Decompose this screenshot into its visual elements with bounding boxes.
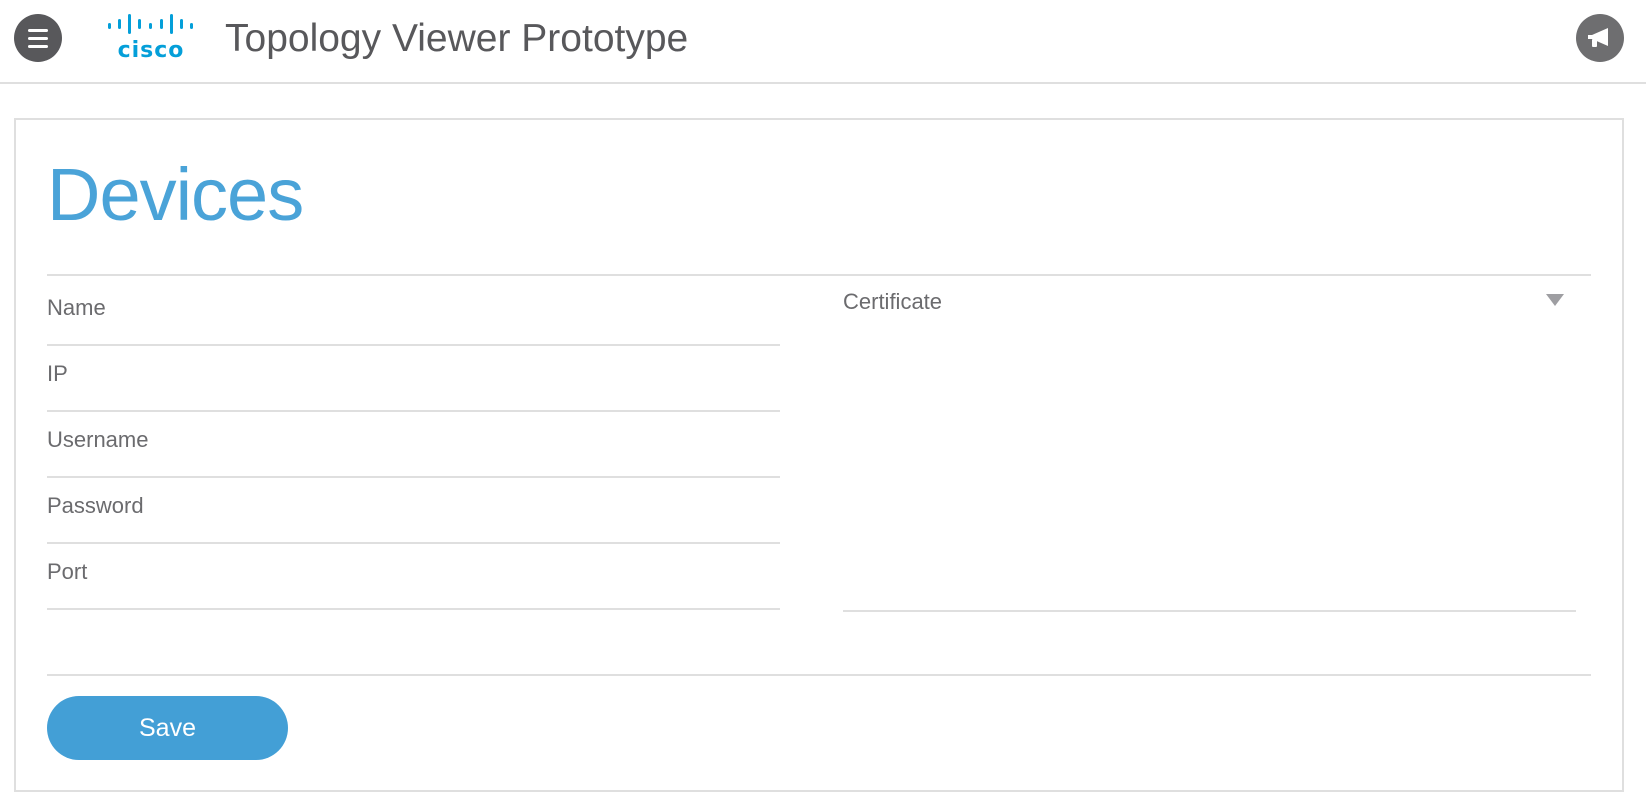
cisco-logo[interactable]: cisco [108, 12, 194, 66]
certificate-select[interactable]: Certificate [843, 278, 1576, 324]
ip-input[interactable] [47, 356, 780, 392]
title-divider [47, 274, 1591, 276]
menu-bar [28, 29, 48, 32]
menu-bar [28, 45, 48, 48]
menu-bar [28, 37, 48, 40]
app-header: cisco Topology Viewer Prototype [0, 0, 1646, 84]
app-title: Topology Viewer Prototype [225, 17, 689, 60]
megaphone-glyph-icon [1588, 28, 1608, 47]
devices-panel: Devices Certificate Save [14, 118, 1624, 792]
password-input[interactable] [47, 488, 780, 524]
username-input[interactable] [47, 422, 780, 458]
logo-wordmark: cisco [117, 38, 185, 63]
name-field [47, 280, 780, 346]
username-field [47, 412, 780, 478]
port-input[interactable] [47, 554, 780, 590]
ip-field [47, 346, 780, 412]
megaphone-icon[interactable] [1576, 14, 1624, 62]
certificate-select-label: Certificate [843, 289, 943, 314]
password-field [47, 478, 780, 544]
form-divider [47, 674, 1591, 676]
page-title: Devices [47, 153, 304, 236]
certificate-field-underline [843, 610, 1576, 612]
save-button[interactable]: Save [47, 696, 288, 760]
cisco-bridge-logo-icon [108, 14, 193, 34]
port-field [47, 544, 780, 610]
hamburger-menu-icon[interactable] [14, 14, 62, 62]
name-input[interactable] [47, 290, 780, 326]
chevron-down-icon [1546, 294, 1564, 306]
